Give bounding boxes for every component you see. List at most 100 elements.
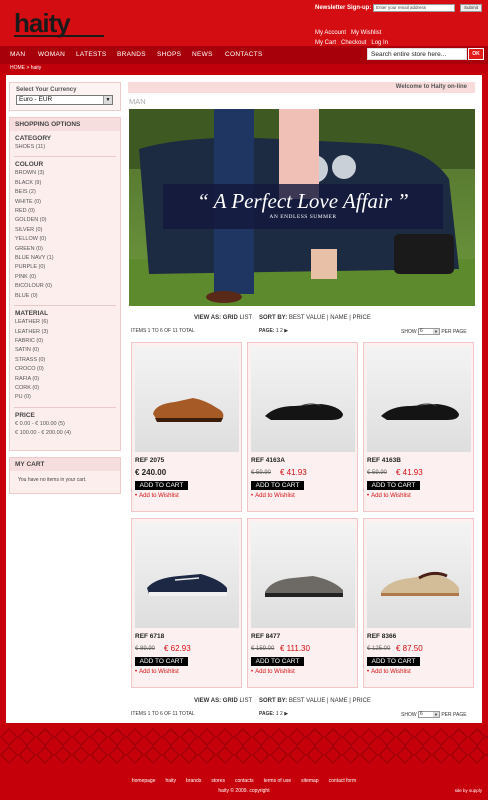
sort-price[interactable]: PRICE xyxy=(353,315,371,321)
product-image[interactable] xyxy=(367,346,471,452)
nav-shops[interactable]: SHOPS xyxy=(157,51,181,58)
filter-material-item[interactable]: SATIN (0) xyxy=(10,346,120,355)
nav-news[interactable]: NEWS xyxy=(192,51,213,58)
page-1[interactable]: 1 xyxy=(276,328,279,334)
filter-colour-item[interactable]: BLUE NAVY (1) xyxy=(10,254,120,263)
nav-brands[interactable]: BRANDS xyxy=(117,51,146,58)
filter-colour-item[interactable]: RED (0) xyxy=(10,207,120,216)
product-name[interactable]: REF 6718 xyxy=(135,633,164,640)
view-grid-link[interactable]: GRID xyxy=(223,315,238,321)
filter-colour-item[interactable]: BICOLOUR (0) xyxy=(10,282,120,291)
filter-colour-item[interactable]: GREEN (0) xyxy=(10,245,120,254)
filter-colour-item[interactable]: SILVER (0) xyxy=(10,226,120,235)
footer-link[interactable]: sitemap xyxy=(301,778,319,784)
product-card: REF 4163A € 59.90 € 41.93 ADD TO CART • Add t… xyxy=(247,342,358,512)
filter-price-item[interactable]: € 100.00 - € 200.00 (4) xyxy=(10,429,120,438)
nav-woman[interactable]: WOMAN xyxy=(38,51,65,58)
filter-material-item[interactable]: RAFIA (0) xyxy=(10,375,120,384)
show-label: SHOW xyxy=(401,328,417,335)
add-to-cart-button[interactable]: ADD TO CART xyxy=(251,481,304,490)
product-name[interactable]: REF 8366 xyxy=(367,633,396,640)
footer-link[interactable]: stores xyxy=(211,778,225,784)
view-list-link[interactable]: LIST xyxy=(239,315,252,321)
footer-link[interactable]: terms of use xyxy=(264,778,292,784)
filter-material-item[interactable]: CROCO (0) xyxy=(10,365,120,374)
filter-material-item[interactable]: LEATHER (6) xyxy=(10,318,120,327)
newsletter-email-input[interactable]: Enter your email address xyxy=(373,4,455,12)
footer-link[interactable]: brands xyxy=(186,778,201,784)
my-account-link[interactable]: My Account xyxy=(315,30,346,36)
filter-colour-item[interactable]: BROWN (3) xyxy=(10,169,120,178)
view-list-link[interactable]: LIST xyxy=(239,698,252,704)
site-logo[interactable]: haity xyxy=(14,10,71,36)
product-name[interactable]: REF 4163A xyxy=(251,457,285,464)
filter-price-item[interactable]: € 0.00 - € 100.00 (5) xyxy=(10,420,120,429)
show-select[interactable]: 6 ▼ xyxy=(417,328,440,335)
currency-label: Select Your Currency xyxy=(16,87,77,93)
product-image[interactable] xyxy=(135,346,239,452)
product-image[interactable] xyxy=(251,522,355,628)
wishlist-label: Add to Wishlist xyxy=(371,669,411,675)
add-to-cart-button[interactable]: ADD TO CART xyxy=(135,481,188,490)
add-to-cart-button[interactable]: ADD TO CART xyxy=(367,657,420,666)
filter-colour-item[interactable]: BEIS (2) xyxy=(10,188,120,197)
product-image[interactable] xyxy=(135,522,239,628)
footer-link[interactable]: haity xyxy=(165,778,176,784)
hero-banner[interactable]: “ A Perfect Love Affair ” AN ENDLESS SUM… xyxy=(129,109,475,306)
filter-material-item[interactable]: CORK (0) xyxy=(10,384,120,393)
filter-material-item[interactable]: PU (0) xyxy=(10,393,120,402)
product-name[interactable]: REF 4163B xyxy=(367,457,401,464)
add-to-cart-button[interactable]: ADD TO CART xyxy=(251,657,304,666)
page-2[interactable]: 2 xyxy=(280,328,283,334)
search-input[interactable]: Search entire store here... xyxy=(367,48,467,60)
product-image[interactable] xyxy=(251,346,355,452)
search-button[interactable]: OK xyxy=(468,48,484,60)
sort-name[interactable]: NAME xyxy=(330,698,347,704)
view-grid-link[interactable]: GRID xyxy=(223,698,238,704)
add-to-cart-button[interactable]: ADD TO CART xyxy=(367,481,420,490)
product-image[interactable] xyxy=(367,522,471,628)
filter-material-item[interactable]: LEATHER (3) xyxy=(10,328,120,337)
footer-link[interactable]: contact form xyxy=(329,778,357,784)
filter-material-item[interactable]: STRASS (0) xyxy=(10,356,120,365)
sort-best-value[interactable]: BEST VALUE xyxy=(289,698,325,704)
add-to-wishlist-link[interactable]: • Add to Wishlist xyxy=(367,669,411,675)
currency-select[interactable]: Euro - EUR ▼ xyxy=(16,95,113,105)
filter-colour-item[interactable]: YELLOW (0) xyxy=(10,235,120,244)
sort-price[interactable]: PRICE xyxy=(353,698,371,704)
nav-man[interactable]: MAN xyxy=(10,51,25,58)
footer-credit[interactable]: site by supply xyxy=(455,788,482,793)
newsletter-submit-button[interactable]: Submit xyxy=(460,4,482,12)
add-to-wishlist-link[interactable]: • Add to Wishlist xyxy=(251,493,295,499)
add-to-wishlist-link[interactable]: • Add to Wishlist xyxy=(251,669,295,675)
breadcrumb-text[interactable]: HOME > haity xyxy=(10,65,41,71)
my-wishlist-link[interactable]: My Wishlist xyxy=(351,30,381,36)
filter-colour-item[interactable]: BLUE (0) xyxy=(10,292,120,301)
filter-colour-item[interactable]: WHITE (0) xyxy=(10,198,120,207)
add-to-cart-button[interactable]: ADD TO CART xyxy=(135,657,188,666)
nav-contacts[interactable]: CONTACTS xyxy=(225,51,263,58)
page-1[interactable]: 1 xyxy=(276,711,279,717)
footer-link[interactable]: homepage xyxy=(132,778,156,784)
filter-colour-item[interactable]: PURPLE (0) xyxy=(10,263,120,272)
filter-colour-item[interactable]: BLACK (9) xyxy=(10,179,120,188)
add-to-wishlist-link[interactable]: • Add to Wishlist xyxy=(135,669,179,675)
show-select[interactable]: 6 ▼ xyxy=(417,711,440,718)
filter-colour-item[interactable]: PINK (0) xyxy=(10,273,120,282)
page-2[interactable]: 2 xyxy=(280,711,283,717)
filter-material-item[interactable]: FABRIC (0) xyxy=(10,337,120,346)
product-name[interactable]: REF 2075 xyxy=(135,457,164,464)
filter-category-item[interactable]: SHOES (11) xyxy=(10,143,120,152)
nav-latests[interactable]: LATESTS xyxy=(76,51,107,58)
shopping-options-title: SHOPPING OPTIONS xyxy=(10,118,120,131)
footer-link[interactable]: contacts xyxy=(235,778,254,784)
sort-name[interactable]: NAME xyxy=(330,315,347,321)
sort-best-value[interactable]: BEST VALUE xyxy=(289,315,325,321)
next-page-icon[interactable]: ▶ xyxy=(284,711,288,717)
filter-colour-item[interactable]: GOLDEN (0) xyxy=(10,216,120,225)
next-page-icon[interactable]: ▶ xyxy=(284,328,288,334)
add-to-wishlist-link[interactable]: • Add to Wishlist xyxy=(367,493,411,499)
product-name[interactable]: REF 8477 xyxy=(251,633,280,640)
add-to-wishlist-link[interactable]: • Add to Wishlist xyxy=(135,493,179,499)
product-card: REF 8366 € 125.00 € 87.50 ADD TO CART • Add t… xyxy=(363,518,474,688)
